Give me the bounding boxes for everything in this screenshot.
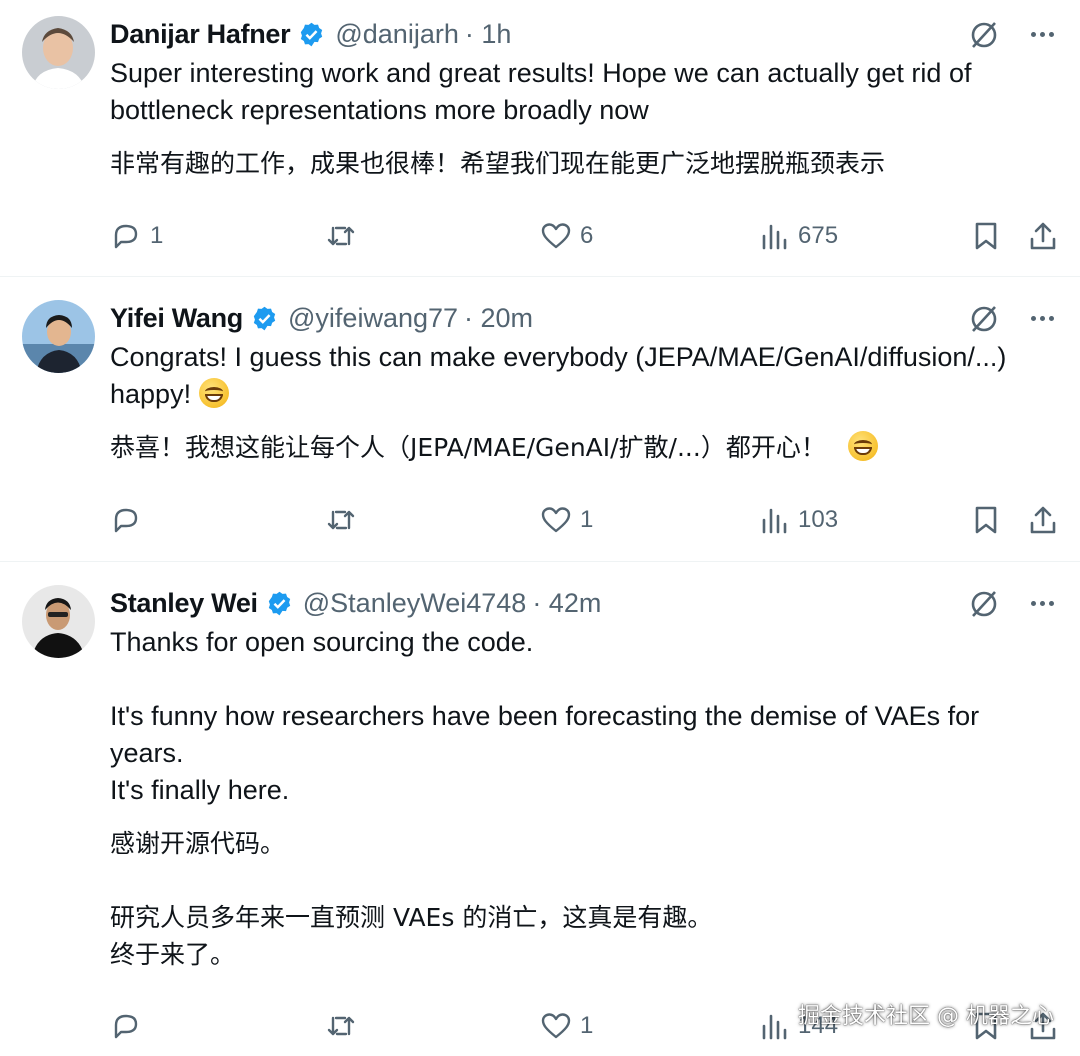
reply-icon [114, 1014, 138, 1039]
tweet-text-en-line: It's funny how researchers have been for… [110, 701, 980, 768]
bookmark-icon [975, 506, 997, 534]
retweet-button[interactable] [325, 502, 357, 538]
tweet-text-zh-line: 终于来了。 [110, 940, 236, 969]
author-name[interactable]: Danijar Hafner [110, 19, 291, 50]
views-icon [762, 1014, 787, 1040]
author-handle[interactable]: @danijarh [335, 19, 458, 50]
like-icon [541, 223, 571, 249]
tweet-text-en: Super interesting work and great results… [110, 58, 972, 125]
tweet-text-zh: 恭喜！我想这能让每个人（JEPA/MAE/GenAI/扩散/...）都开心！ [110, 429, 1044, 466]
like-button[interactable]: 6 [540, 218, 593, 254]
tweet-text-zh-line: 研究人员多年来一直预测 VAEs 的消亡，这真是有趣。 [110, 903, 713, 932]
tweet-body: Congrats! I guess this can make everybod… [110, 339, 1044, 466]
like-count: 1 [580, 1012, 594, 1039]
like-icon [541, 1013, 571, 1039]
grok-icon[interactable] [968, 587, 1000, 619]
share-icon [1030, 222, 1056, 250]
avatar[interactable] [22, 585, 95, 658]
avatar-image [22, 300, 95, 373]
tweet-header: Stanley Wei @StanleyWei4748 · 42m [110, 585, 601, 621]
more-icon[interactable] [1026, 587, 1058, 619]
tweet-header: Yifei Wang @yifeiwang77 · 20m [110, 300, 533, 336]
tweet-actions: 1 103 [110, 502, 1060, 538]
author-name[interactable]: Yifei Wang [110, 303, 243, 334]
reply-count: 1 [150, 222, 164, 249]
like-button[interactable]: 1 [540, 502, 593, 538]
reply-icon [114, 508, 138, 533]
verified-badge-icon [253, 306, 276, 330]
reply-button[interactable] [110, 502, 142, 538]
like-button[interactable]: 1 [540, 1008, 593, 1044]
more-icon[interactable] [1026, 18, 1058, 50]
retweet-button[interactable] [325, 1008, 357, 1044]
views-count: 103 [798, 506, 839, 533]
timestamp[interactable]: · 20m [464, 303, 533, 334]
grinning-emoji-icon [199, 378, 230, 408]
reply-icon [114, 224, 138, 249]
tweet-text-zh-content: 恭喜！我想这能让每个人（JEPA/MAE/GenAI/扩散/...）都开心！ [110, 433, 826, 462]
tweet-text-en-line: It's finally here. [110, 775, 290, 805]
share-button[interactable] [1027, 218, 1059, 254]
tweet-text-zh: 非常有趣的工作，成果也很棒！希望我们现在能更广泛地摆脱瓶颈表示 [110, 149, 886, 178]
avatar[interactable] [22, 16, 95, 89]
reply-button[interactable] [110, 1008, 142, 1044]
author-handle[interactable]: @StanleyWei4748 [303, 588, 527, 619]
verified-badge-icon [268, 591, 290, 615]
tweet-text-zh-line: 感谢开源代码。 [110, 829, 286, 858]
watermark: 掘金技术社区 @ 机器之心 [798, 1004, 1054, 1029]
like-icon [541, 507, 571, 533]
bookmark-button[interactable] [970, 218, 1002, 254]
retweet-icon [327, 226, 355, 246]
avatar-image [22, 585, 95, 658]
tweet-yifei: Yifei Wang @yifeiwang77 · 20m Congrats! … [0, 277, 1080, 561]
grinning-emoji-icon [847, 431, 878, 461]
retweet-button[interactable] [325, 218, 357, 254]
retweet-icon [327, 510, 355, 530]
tweet-text-en: Congrats! I guess this can make everybod… [110, 339, 1044, 413]
views-icon [762, 508, 787, 534]
tweet-body: Super interesting work and great results… [110, 55, 1044, 182]
like-count: 6 [580, 222, 594, 249]
bookmark-icon [975, 222, 997, 250]
tweet-text-en-content: Congrats! I guess this can make everybod… [110, 342, 1007, 409]
more-icon[interactable] [1026, 302, 1058, 334]
avatar[interactable] [22, 300, 95, 373]
tweet-actions: 1 6 675 [110, 218, 1060, 254]
views-button[interactable]: 675 [758, 218, 838, 254]
tweet-danijar: Danijar Hafner @danijarh · 1h Super inte… [0, 0, 1080, 276]
views-icon [762, 224, 787, 250]
tweet-header: Danijar Hafner @danijarh · 1h [110, 16, 511, 52]
views-button[interactable]: 103 [758, 502, 838, 538]
share-button[interactable] [1027, 502, 1059, 538]
views-count: 675 [798, 222, 839, 249]
tweet-body: Thanks for open sourcing the code. It's … [110, 624, 1044, 973]
tweet-stanley: Stanley Wei @StanleyWei4748 · 42m Thanks… [0, 562, 1080, 1056]
share-icon [1030, 506, 1056, 534]
timestamp[interactable]: · 42m [532, 588, 601, 619]
tweet-text-en-line: Thanks for open sourcing the code. [110, 627, 534, 657]
bookmark-button[interactable] [970, 502, 1002, 538]
author-name[interactable]: Stanley Wei [110, 588, 258, 619]
grok-icon[interactable] [968, 302, 1000, 334]
avatar-image [22, 16, 95, 89]
author-handle[interactable]: @yifeiwang77 [288, 303, 458, 334]
like-count: 1 [580, 506, 594, 533]
reply-button[interactable]: 1 [110, 218, 163, 254]
grok-icon[interactable] [968, 18, 1000, 50]
timestamp[interactable]: · 1h [465, 19, 512, 50]
verified-badge-icon [301, 22, 323, 46]
retweet-icon [327, 1016, 355, 1036]
